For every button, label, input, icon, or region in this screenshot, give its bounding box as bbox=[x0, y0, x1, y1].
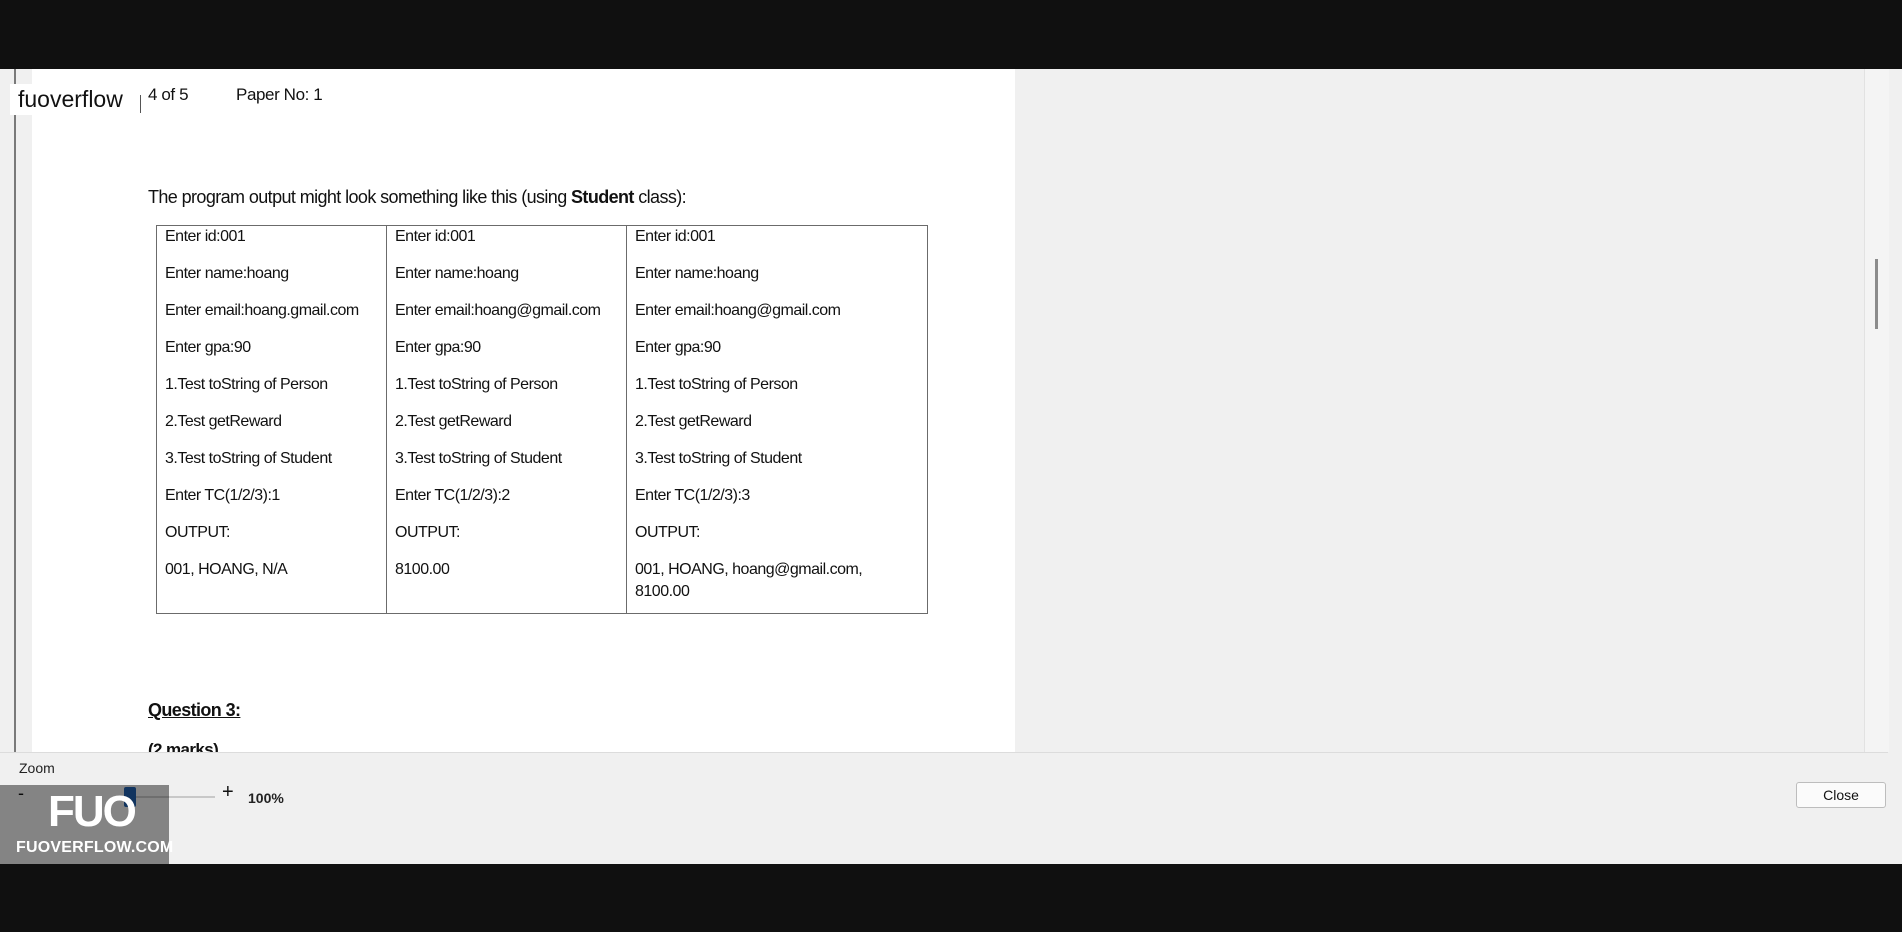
output-line: Enter id:001 bbox=[395, 228, 476, 245]
output-line: Enter email:hoang@gmail.com bbox=[635, 302, 841, 319]
text-caret bbox=[140, 95, 141, 113]
output-line: OUTPUT: bbox=[165, 524, 230, 541]
fuo-logo: FUO FUOVERFLOW.COM bbox=[0, 785, 173, 864]
watermark-text: fuoverflow bbox=[10, 84, 131, 115]
page-indicator: 4 of 5 bbox=[148, 85, 189, 104]
output-line: Enter name:hoang bbox=[635, 265, 759, 282]
output-line: Enter email:hoang@gmail.com bbox=[395, 302, 601, 319]
output-column-3: Enter id:001 Enter name:hoang Enter emai… bbox=[626, 225, 928, 614]
scrollbar-thumb[interactable] bbox=[1875, 259, 1878, 329]
output-column-1: Enter id:001 Enter name:hoang Enter emai… bbox=[156, 225, 387, 614]
output-line: 3.Test toString of Student bbox=[165, 450, 332, 467]
output-line: Enter name:hoang bbox=[395, 265, 519, 282]
question-marks: (2 marks) bbox=[148, 740, 219, 752]
output-line: Enter TC(1/2/3):2 bbox=[395, 487, 510, 504]
output-line: 2.Test getReward bbox=[635, 413, 752, 430]
output-table: Enter id:001 Enter name:hoang Enter emai… bbox=[156, 225, 928, 614]
intro-text: The program output might look something … bbox=[148, 187, 687, 208]
logo-mark: FUO bbox=[48, 787, 137, 836]
output-column-2: Enter id:001 Enter name:hoang Enter emai… bbox=[386, 225, 627, 614]
output-line: 3.Test toString of Student bbox=[395, 450, 562, 467]
output-line: Enter id:001 bbox=[635, 228, 716, 245]
document-viewer-window: 4 of 5 Paper No: 1 The program output mi… bbox=[0, 69, 1902, 864]
intro-text-end: class): bbox=[633, 187, 687, 207]
divider bbox=[0, 752, 1888, 753]
output-line: Enter gpa:90 bbox=[165, 339, 251, 356]
output-line: 1.Test toString of Person bbox=[635, 376, 798, 393]
document-viewport[interactable]: 4 of 5 Paper No: 1 The program output mi… bbox=[0, 69, 1889, 752]
output-line: Enter name:hoang bbox=[165, 265, 289, 282]
output-line: Enter gpa:90 bbox=[635, 339, 721, 356]
output-line: 001, HOANG, N/A bbox=[165, 561, 288, 578]
output-line: 3.Test toString of Student bbox=[635, 450, 802, 467]
left-border bbox=[14, 69, 16, 752]
output-line: Enter TC(1/2/3):3 bbox=[635, 487, 750, 504]
zoom-percent: 100% bbox=[248, 790, 284, 806]
output-table-row: Enter id:001 Enter name:hoang Enter emai… bbox=[156, 225, 928, 614]
output-line: OUTPUT: bbox=[635, 524, 700, 541]
output-line: Enter TC(1/2/3):1 bbox=[165, 487, 280, 504]
paper-number: Paper No: 1 bbox=[236, 85, 323, 104]
close-button[interactable]: Close bbox=[1796, 782, 1886, 808]
question-title: Question 3: bbox=[148, 700, 241, 720]
output-line: 2.Test getReward bbox=[165, 413, 282, 430]
logo-text: FUOVERFLOW.COM bbox=[16, 839, 174, 856]
output-line: 1.Test toString of Person bbox=[165, 376, 328, 393]
zoom-label: Zoom bbox=[19, 760, 55, 776]
vertical-scrollbar[interactable] bbox=[1864, 69, 1889, 752]
output-line: Enter id:001 bbox=[165, 228, 246, 245]
output-line: 1.Test toString of Person bbox=[395, 376, 558, 393]
output-line: Enter email:hoang.gmail.com bbox=[165, 302, 359, 319]
zoom-in-button[interactable]: + bbox=[222, 781, 234, 804]
output-line: 001, HOANG, hoang@gmail.com, 8100.00 bbox=[635, 561, 863, 600]
output-line: 8100.00 bbox=[395, 561, 450, 578]
output-line: Enter gpa:90 bbox=[395, 339, 481, 356]
output-line: OUTPUT: bbox=[395, 524, 460, 541]
document-page: 4 of 5 Paper No: 1 The program output mi… bbox=[32, 69, 1015, 752]
output-line: 2.Test getReward bbox=[395, 413, 512, 430]
intro-text-start: The program output might look something … bbox=[148, 187, 572, 207]
intro-bold-class: Student bbox=[571, 187, 634, 207]
